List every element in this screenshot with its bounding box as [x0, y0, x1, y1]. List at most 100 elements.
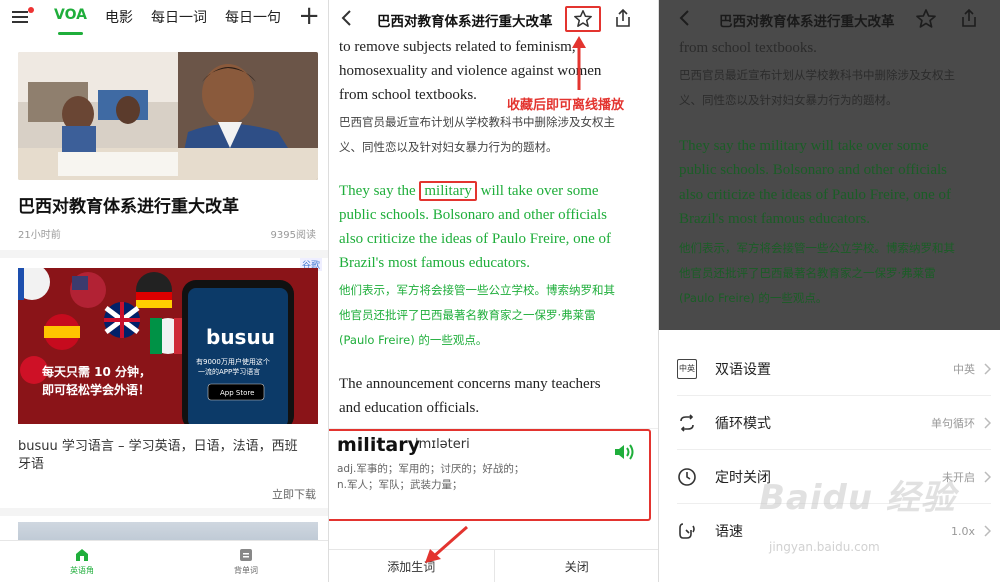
add-tab-icon[interactable]: +	[298, 2, 320, 30]
speaker-icon[interactable]	[613, 443, 635, 461]
section-divider	[0, 508, 328, 516]
section-divider	[0, 250, 328, 258]
close-button[interactable]: 关闭	[493, 550, 659, 582]
paragraph-en: The announcement concerns many teachers	[339, 376, 601, 392]
watermark: Baidu 经验	[759, 478, 956, 518]
setting-loop-mode[interactable]: 循环模式 单句循环	[677, 396, 991, 450]
paragraph-en: from school textbooks.	[339, 87, 477, 103]
ad-title[interactable]: busuu 学习语言 – 学习英语，日语，法语，西班牙语	[18, 438, 298, 474]
article-read-count: 9395阅读	[270, 230, 316, 241]
nav-english-corner[interactable]: 英语角	[0, 541, 164, 582]
paragraph-en-highlighted: They say the military will take over som…	[339, 181, 599, 201]
dict-actions: 添加生词 关闭	[329, 549, 658, 582]
paragraph-en-highlighted: Brazil's most famous educators.	[679, 211, 870, 227]
star-icon[interactable]	[915, 8, 937, 30]
category-tabs: VOA 电影 每日一词 每日一句	[54, 7, 281, 35]
paragraph-cn-highlighted: (Paulo Freire) 的一些观点。	[679, 291, 828, 305]
feed-panel: VOA 电影 每日一词 每日一句 + 巴西对教育体系进行重大改革 21小时前 9…	[0, 0, 328, 582]
chevron-right-icon	[984, 362, 991, 375]
share-icon[interactable]	[613, 8, 633, 28]
paragraph-en-highlighted: also criticize the ideas of Paulo Freire…	[339, 231, 611, 247]
reader-header: 巴西对教育体系进行重大改革	[329, 0, 658, 36]
dict-word: military	[337, 434, 420, 456]
paragraph-en-highlighted: Brazil's most famous educators.	[339, 255, 530, 271]
svg-text:一流的APP学习语言: 一流的APP学习语言	[198, 367, 260, 376]
setting-label: 循环模式	[715, 415, 771, 432]
paragraph-en-highlighted: public schools. Bolsonaro and other offi…	[679, 162, 948, 178]
setting-value: 中英	[953, 362, 975, 376]
loop-icon	[680, 413, 694, 432]
paragraph-cn-highlighted: 他官员还批评了巴西最著名教育家之一保罗·弗莱雷	[339, 308, 596, 322]
paragraph-en: to remove subjects related to feminism,	[339, 39, 576, 55]
annotation-arrow	[572, 36, 586, 90]
settings-panel: 巴西对教育体系进行重大改革 from school textbooks. 巴西官…	[658, 0, 1000, 582]
paragraph-cn: 巴西官员最近宣布计划从学校教科书中删除涉及女权主	[679, 68, 955, 82]
svg-text:App Store: App Store	[220, 389, 254, 397]
tab-movies[interactable]: 电影	[105, 7, 133, 27]
paragraph-en-highlighted: also criticize the ideas of Paulo Freire…	[679, 187, 951, 203]
paragraph-en: from school textbooks.	[679, 40, 817, 56]
paragraph-en-highlighted: public schools. Bolsonaro and other offi…	[339, 207, 608, 223]
nav-label: 背单词	[234, 565, 258, 575]
ad-brand: busuu	[206, 325, 275, 349]
ad-banner-image: busuu 有9000万用户使用这个 一流的APP学习语言 App Store …	[18, 268, 318, 424]
paragraph-cn: 义、同性恋以及针对妇女暴力行为的题材。	[679, 93, 898, 107]
paragraph-cn-highlighted: 他们表示，军方将会接管一些公立学校。博索纳罗和其	[679, 241, 955, 255]
paragraph-cn-highlighted: (Paulo Freire) 的一些观点。	[339, 333, 488, 347]
notification-dot	[28, 7, 34, 13]
screenshot-frame: VOA 电影 每日一词 每日一句 + 巴西对教育体系进行重大改革 21小时前 9…	[0, 0, 1000, 582]
dimmed-reader[interactable]: 巴西对教育体系进行重大改革 from school textbooks. 巴西官…	[659, 0, 1000, 330]
star-icon	[574, 10, 592, 27]
nav-wordbook[interactable]: 背单词	[164, 541, 328, 582]
paragraph-cn-highlighted: 他们表示，军方将会接管一些公立学校。博索纳罗和其	[339, 283, 615, 297]
back-icon[interactable]	[339, 8, 355, 28]
paragraph-cn: 义、同性恋以及针对妇女暴力行为的题材。	[339, 140, 558, 154]
tab-daily-word[interactable]: 每日一词	[151, 7, 207, 27]
top-tab-bar: VOA 电影 每日一词 每日一句 +	[0, 0, 328, 35]
nav-label: 英语角	[70, 565, 94, 575]
svg-text:有9000万用户使用这个: 有9000万用户使用这个	[196, 357, 270, 366]
bilingual-icon: 中英	[677, 358, 697, 379]
ad-banner[interactable]: busuu 有9000万用户使用这个 一流的APP学习语言 App Store …	[18, 268, 318, 424]
dict-phonetic: ˈmɪləteri	[415, 437, 470, 452]
setting-bilingual[interactable]: 中英 双语设置 中英	[677, 342, 991, 396]
setting-value: 1.0x	[950, 524, 975, 538]
share-icon[interactable]	[959, 8, 979, 28]
svg-text:每天只需 10 分钟，: 每天只需 10 分钟，	[42, 364, 151, 379]
setting-label: 双语设置	[715, 361, 771, 378]
menu-icon[interactable]	[12, 10, 30, 24]
home-icon	[76, 548, 88, 561]
watermark-url: jingyan.baidu.com	[769, 540, 880, 554]
svg-text:即可轻松学会外语！: 即可轻松学会外语！	[42, 382, 150, 397]
chevron-right-icon	[984, 525, 991, 537]
paragraph-en-highlighted: They say the military will take over som…	[679, 138, 929, 154]
tab-daily-sentence[interactable]: 每日一句	[225, 7, 281, 27]
dict-def-noun: n.军人；军队；武装力量；	[337, 479, 463, 491]
paragraph-cn: 巴西官员最近宣布计划从学校教科书中删除涉及女权主	[339, 115, 615, 129]
article-thumbnail[interactable]	[18, 52, 318, 180]
ad-download-link[interactable]: 立即下载	[272, 486, 316, 502]
dictionary-popup: military ˈmɪləteri adj.军事的；军用的；讨厌的；好战的； …	[329, 428, 658, 582]
classroom-image	[18, 52, 318, 180]
selected-word[interactable]: military	[419, 181, 477, 201]
paragraph-en: homosexuality and violence against women	[339, 63, 602, 79]
chevron-right-icon	[984, 470, 991, 483]
back-icon[interactable]	[677, 8, 693, 28]
bottom-nav: 英语角 背单词	[0, 540, 328, 582]
dict-def-adj: adj.军事的；军用的；讨厌的；好战的；	[337, 463, 525, 475]
article-time: 21小时前	[18, 230, 61, 241]
speed-icon	[679, 523, 695, 539]
paragraph-en: and education officials.	[339, 400, 480, 416]
setting-label: 语速	[715, 524, 743, 540]
article-title: 巴西对教育体系进行重大改革	[377, 14, 553, 30]
annotation-arrow	[425, 525, 468, 563]
tab-voa[interactable]: VOA	[54, 7, 87, 35]
favorite-button[interactable]	[565, 6, 601, 32]
article-title[interactable]: 巴西对教育体系进行重大改革	[18, 192, 239, 217]
article-title: 巴西对教育体系进行重大改革	[719, 14, 895, 30]
setting-value: 单句循环	[931, 416, 975, 430]
annotation-tip: 收藏后即可离线播放	[507, 98, 625, 113]
paragraph-cn-highlighted: 他官员还批评了巴西最著名教育家之一保罗·弗莱雷	[679, 266, 936, 280]
chevron-right-icon	[984, 416, 991, 429]
reader-panel: to remove subjects related to feminism, …	[328, 0, 658, 582]
